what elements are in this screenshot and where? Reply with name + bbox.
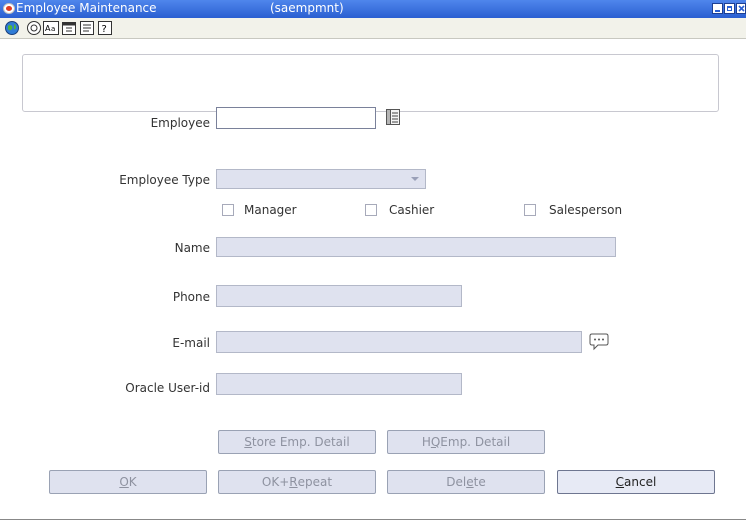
minimize-icon[interactable]	[712, 3, 723, 14]
employee-label: Employee	[150, 116, 210, 130]
delete-button[interactable]: Del e te	[387, 470, 545, 494]
store-emp-detail-button[interactable]: Store Emp. Detail	[218, 430, 376, 454]
maximize-icon[interactable]	[724, 3, 735, 14]
question-icon[interactable]: ?	[97, 20, 113, 36]
employee-maintenance-window: Employee Maintenance (saempmnt) A a ? Em…	[0, 0, 746, 520]
globe-icon[interactable]	[4, 20, 20, 36]
hq-emp-detail-button[interactable]: HQ Emp. Detail	[387, 430, 545, 454]
cashier-label: Cashier	[389, 203, 435, 217]
toolbar: A a ?	[0, 18, 746, 39]
employee-type-select[interactable]	[216, 169, 426, 189]
window-title: Employee Maintenance	[16, 1, 157, 15]
list-of-values-icon[interactable]	[384, 108, 402, 126]
oracle-user-id-input[interactable]	[216, 373, 462, 395]
employee-type-label: Employee Type	[119, 173, 210, 187]
employee-input[interactable]	[216, 107, 376, 129]
ok-repeat-button[interactable]: OK+ Repeat	[218, 470, 376, 494]
cashier-checkbox[interactable]	[365, 204, 377, 216]
name-label: Name	[174, 241, 210, 255]
notes-icon[interactable]	[79, 20, 95, 36]
window-code: (saempmnt)	[270, 1, 344, 15]
ok-button[interactable]: OK	[49, 470, 207, 494]
close-icon[interactable]	[736, 3, 746, 14]
name-input[interactable]	[216, 237, 616, 257]
phone-label: Phone	[172, 290, 210, 304]
salesperson-label: Salesperson	[549, 203, 623, 217]
svg-text:?: ?	[102, 24, 107, 35]
title-bar[interactable]: Employee Maintenance (saempmnt)	[0, 0, 746, 18]
chevron-down-icon	[411, 177, 419, 181]
svg-text:a: a	[51, 25, 55, 33]
manager-label: Manager	[244, 203, 297, 217]
salesperson-checkbox[interactable]	[524, 204, 536, 216]
email-input[interactable]	[216, 331, 582, 353]
email-label: E-mail	[172, 336, 210, 350]
calendar-icon[interactable]	[61, 20, 77, 36]
oracle-app-icon	[3, 3, 15, 14]
cancel-button[interactable]: Cancel	[557, 470, 715, 494]
speech-bubble-icon[interactable]	[588, 331, 610, 351]
help-circle-icon[interactable]	[26, 20, 42, 36]
spell-check-icon[interactable]: A a	[43, 20, 59, 36]
phone-input[interactable]	[216, 285, 462, 307]
employee-search-panel	[22, 54, 719, 112]
manager-checkbox[interactable]	[222, 204, 234, 216]
oracle-user-id-label: Oracle User-id	[125, 381, 210, 395]
